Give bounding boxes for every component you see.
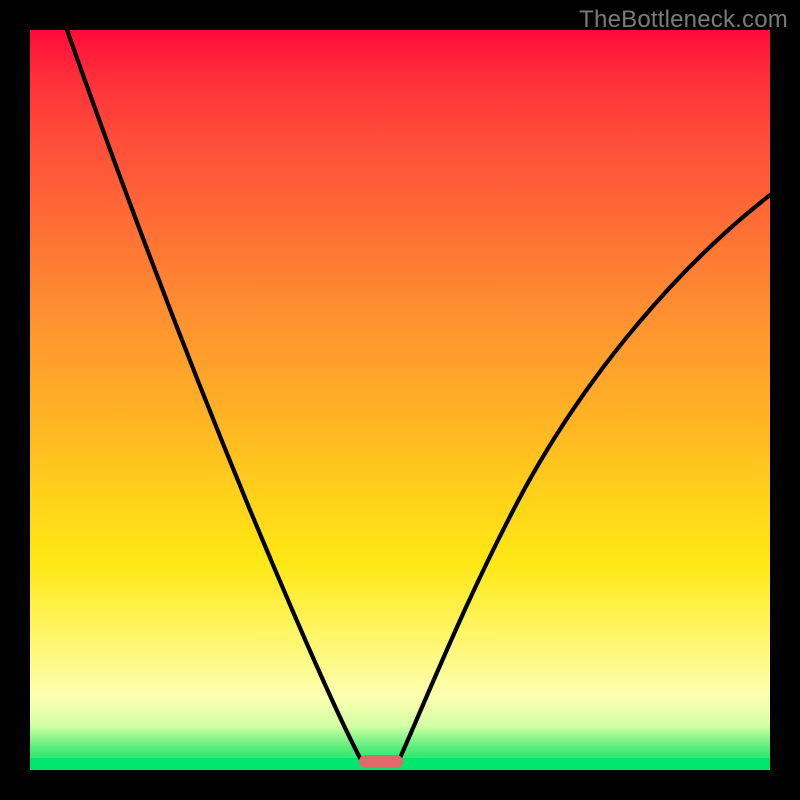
curve-layer [30, 30, 770, 770]
right-curve [400, 195, 770, 758]
bottleneck-marker [359, 755, 403, 768]
chart-frame: TheBottleneck.com [0, 0, 800, 800]
plot-area [30, 30, 770, 770]
left-curve [67, 30, 360, 758]
